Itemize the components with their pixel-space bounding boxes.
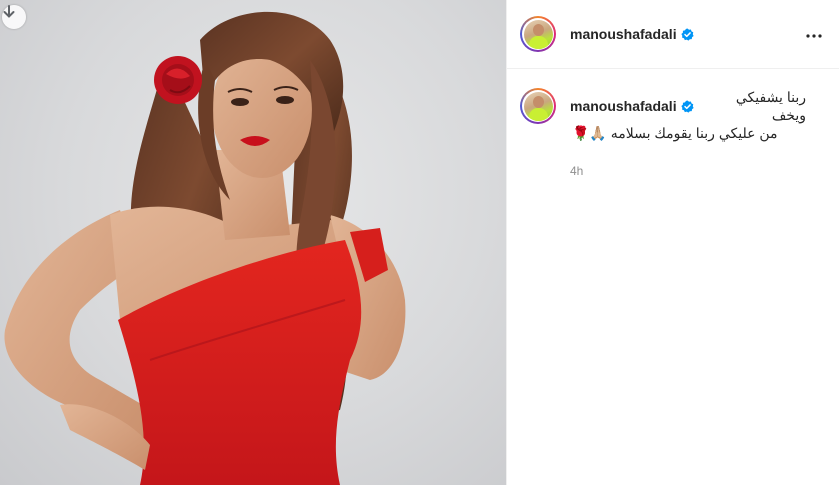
username[interactable]: manoushafadali: [570, 26, 677, 42]
caption-comment: manoushafadali ربنا يشفيكي ويخف من عليكي…: [507, 69, 839, 178]
verified-badge-icon: [680, 27, 694, 41]
verified-badge-icon: [680, 99, 694, 113]
caption-text-line1: ربنا يشفيكي ويخف: [735, 89, 806, 123]
post-image[interactable]: [0, 0, 506, 485]
caption-avatar[interactable]: [520, 88, 556, 124]
caption-text-line2: من عليكي ربنا يقومك بسلامه 🙏🏼🌹: [572, 125, 778, 141]
caption-username[interactable]: manoushafadali: [570, 97, 677, 115]
portrait-illustration: [4, 11, 406, 485]
download-button[interactable]: [2, 5, 26, 29]
username-link[interactable]: manoushafadali: [570, 26, 694, 42]
post-timestamp[interactable]: 4h: [570, 164, 806, 178]
caption-body: manoushafadali ربنا يشفيكي ويخف من عليكي…: [570, 88, 806, 178]
more-options-button[interactable]: [803, 24, 825, 44]
post-sidebar: manoushafadali manoushafadali ربنا يشفيك…: [506, 0, 839, 485]
post-header: manoushafadali: [507, 0, 839, 69]
more-options-icon: [806, 25, 822, 43]
avatar[interactable]: [520, 16, 556, 52]
